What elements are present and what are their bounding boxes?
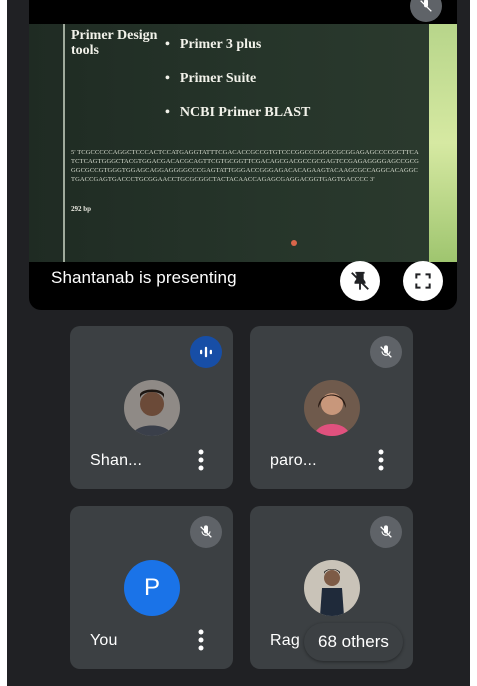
more-vert-icon xyxy=(198,629,204,651)
avatar xyxy=(124,380,180,436)
fullscreen-icon xyxy=(415,273,431,289)
participant-name: You xyxy=(90,632,118,649)
unpin-icon xyxy=(351,271,369,291)
participant-tile[interactable]: P You xyxy=(70,506,233,669)
speaking-indicator xyxy=(190,336,222,368)
slide-title: Primer Design tools xyxy=(71,28,158,58)
slide-bullet: NCBI Primer BLAST xyxy=(165,96,310,130)
mic-off-icon xyxy=(200,525,212,538)
more-vert-icon xyxy=(378,449,384,471)
meet-call-screen: Primer Design tools Primer 3 plus Primer… xyxy=(7,0,470,686)
others-count-chip[interactable]: 68 others xyxy=(304,623,403,661)
avatar: P xyxy=(124,560,180,616)
participant-tile[interactable]: Shan... xyxy=(70,326,233,489)
slide-bp-label: 292 bp xyxy=(71,205,92,213)
participant-name: Shan... xyxy=(90,452,143,469)
more-options-button[interactable] xyxy=(371,446,391,474)
slide-divider xyxy=(63,24,65,262)
presenter-mic-off-button[interactable] xyxy=(410,0,442,22)
mic-off-badge xyxy=(190,516,222,548)
audio-level-icon xyxy=(200,346,212,358)
slide-bullet: Primer 3 plus xyxy=(165,28,310,62)
laser-pointer-dot xyxy=(291,240,297,246)
avatar xyxy=(304,380,360,436)
more-vert-icon xyxy=(198,449,204,471)
presenting-label: Shantanab is presenting xyxy=(51,268,237,287)
participant-name: Rag xyxy=(270,632,300,649)
more-options-button[interactable] xyxy=(191,446,211,474)
shared-slide: Primer Design tools Primer 3 plus Primer… xyxy=(29,24,457,262)
presentation-card[interactable]: Primer Design tools Primer 3 plus Primer… xyxy=(29,0,457,310)
slide-sequence-text: 5' TCGCCCCCAGGCTCCCACTCCATGAGGTATTTCGACA… xyxy=(71,149,419,183)
mic-off-badge xyxy=(370,516,402,548)
more-options-button[interactable] xyxy=(191,626,211,654)
mic-off-icon xyxy=(380,345,392,358)
fullscreen-button[interactable] xyxy=(403,261,443,301)
slide-bullet-list: Primer 3 plus Primer Suite NCBI Primer B… xyxy=(165,28,310,130)
slide-bullet: Primer Suite xyxy=(165,62,310,96)
mic-off-badge xyxy=(370,336,402,368)
mic-off-icon xyxy=(420,0,432,12)
slide-decoration xyxy=(429,24,457,262)
mic-off-icon xyxy=(380,525,392,538)
participant-name: paro... xyxy=(270,452,317,469)
unpin-button[interactable] xyxy=(340,261,380,301)
participant-tile[interactable]: paro... xyxy=(250,326,413,489)
avatar xyxy=(304,560,360,616)
